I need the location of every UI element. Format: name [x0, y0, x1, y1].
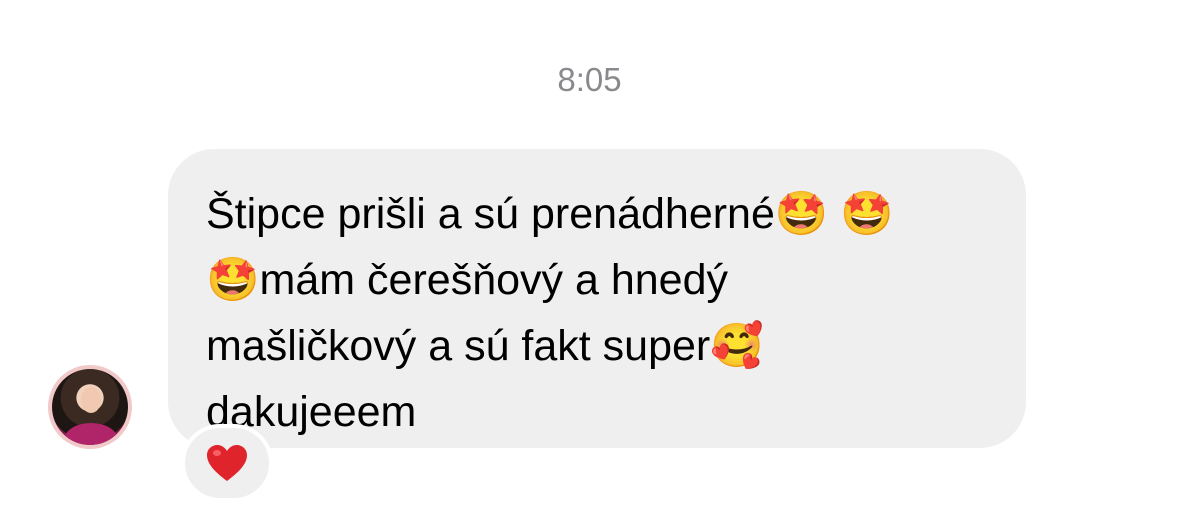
avatar-face-shape [81, 387, 101, 413]
avatar-photo [52, 369, 128, 445]
avatar-shoulders-shape [64, 423, 118, 445]
message-text: Štipce prišli a sú prenádherné🤩 🤩 🤩mám č… [206, 190, 894, 436]
message-bubble[interactable]: Štipce prišli a sú prenádherné🤩 🤩 🤩mám č… [168, 149, 1026, 448]
message-timestamp: 8:05 [557, 61, 622, 98]
chat-thread: 8:05 Štipce prišli a sú prenádherné🤩 🤩 🤩… [0, 0, 1179, 525]
reaction-badge[interactable] [181, 424, 273, 502]
heart-icon [207, 445, 247, 481]
sender-avatar[interactable] [48, 365, 132, 449]
